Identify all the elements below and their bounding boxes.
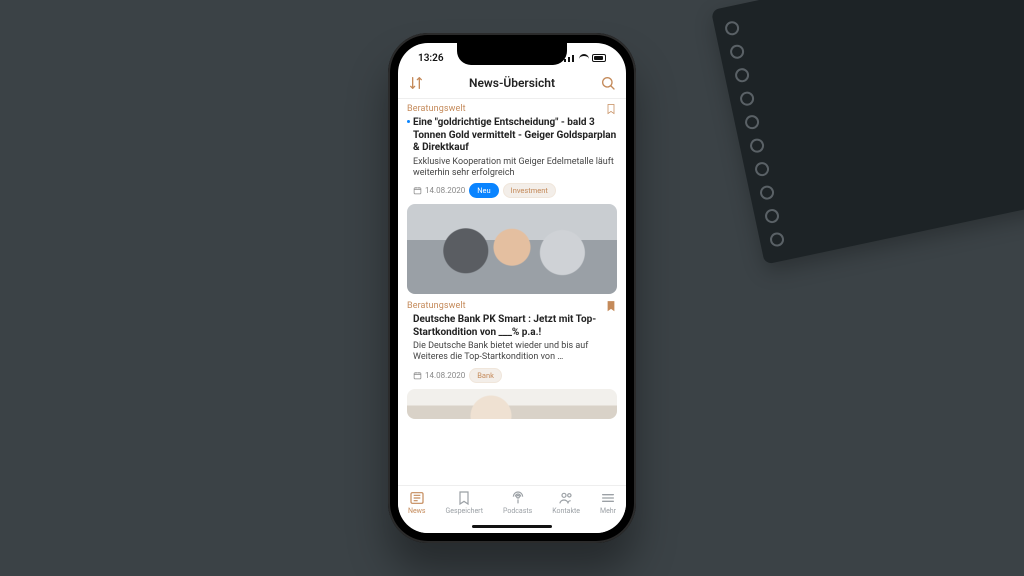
bookmark-icon[interactable]: [605, 103, 617, 115]
phone-frame: 13:26 News-Übersicht: [388, 33, 636, 543]
news-card[interactable]: Beratungswelt Eine "goldrichtige Entsche…: [407, 103, 617, 294]
tag-pill[interactable]: Neu: [469, 183, 498, 198]
tab-mehr[interactable]: Mehr: [600, 490, 616, 515]
card-category-row: Beratungswelt: [407, 103, 617, 115]
news-list[interactable]: Beratungswelt Eine "goldrichtige Entsche…: [398, 99, 626, 485]
card-meta: 14.08.2020 Bank: [407, 368, 617, 383]
tab-label: Mehr: [600, 507, 616, 515]
page-title: News-Übersicht: [469, 76, 555, 90]
tab-label: Kontakte: [552, 507, 580, 515]
card-category: Beratungswelt: [407, 104, 466, 114]
sort-icon[interactable]: [408, 75, 424, 91]
card-headline: Eine "goldrichtige Entscheidung" - bald …: [407, 117, 617, 155]
search-icon[interactable]: [600, 75, 616, 91]
status-indicators: [564, 54, 606, 62]
bookmark-icon: [456, 490, 472, 506]
calendar-icon: [413, 186, 422, 195]
calendar-icon: [413, 371, 422, 380]
card-headline: Deutsche Bank PK Smart : Jetzt mit Top-S…: [407, 314, 617, 339]
battery-icon: [592, 54, 606, 62]
tab-label: Podcasts: [503, 507, 532, 515]
card-meta: 14.08.2020 Neu Investment: [407, 183, 617, 198]
card-date: 14.08.2020: [413, 371, 465, 380]
tag-pill[interactable]: Bank: [469, 368, 502, 383]
tab-kontakte[interactable]: Kontakte: [552, 490, 580, 515]
tag-pill[interactable]: Investment: [503, 183, 556, 198]
status-time: 13:26: [418, 53, 444, 64]
contacts-icon: [558, 490, 574, 506]
podcast-icon: [510, 490, 526, 506]
newspaper-icon: [409, 490, 425, 506]
card-excerpt: Exklusive Kooperation mit Geiger Edelmet…: [407, 157, 617, 180]
bookmark-icon[interactable]: [605, 300, 617, 312]
news-card[interactable]: Beratungswelt Deutsche Bank PK Smart : J…: [407, 300, 617, 419]
tab-podcasts[interactable]: Podcasts: [503, 490, 532, 515]
nav-bar: News-Übersicht: [398, 71, 626, 99]
phone-notch: [457, 43, 567, 65]
card-image: [407, 204, 617, 294]
card-category-row: Beratungswelt: [407, 300, 617, 312]
phone-screen: 13:26 News-Übersicht: [398, 43, 626, 533]
tab-label: Gespeichert: [446, 507, 484, 515]
unread-indicator: [407, 120, 410, 123]
card-category: Beratungswelt: [407, 301, 466, 311]
card-date: 14.08.2020: [413, 186, 465, 195]
card-image: [407, 389, 617, 419]
tab-gespeichert[interactable]: Gespeichert: [446, 490, 484, 515]
tab-label: News: [408, 507, 426, 515]
card-excerpt: Die Deutsche Bank bietet wieder und bis …: [407, 341, 617, 364]
wifi-icon: [579, 54, 589, 62]
tab-news[interactable]: News: [408, 490, 426, 515]
prop-notebook: [711, 0, 1024, 265]
menu-icon: [600, 490, 616, 506]
home-indicator[interactable]: [472, 525, 552, 528]
